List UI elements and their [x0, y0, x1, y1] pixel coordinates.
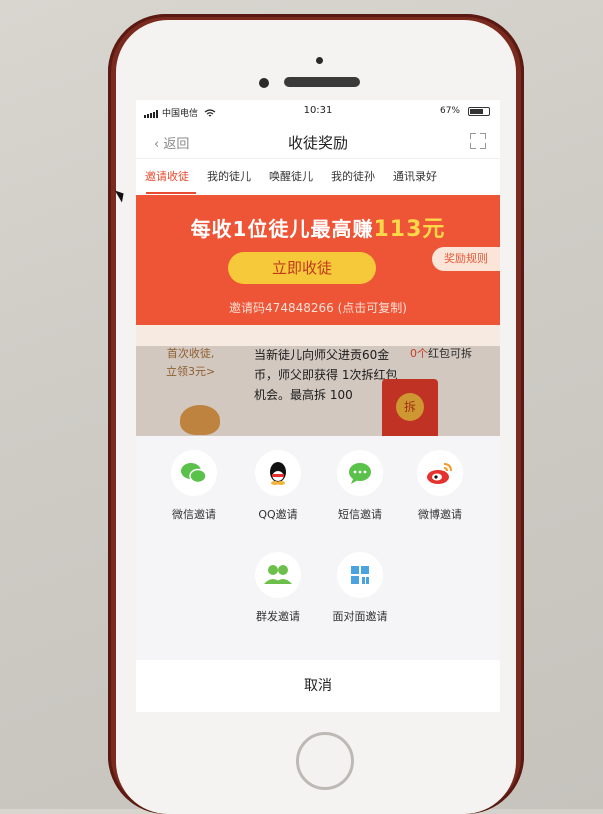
phone-screen: 中国电信 10:31 67% ‹ 返回 收徒奖励 邀请收徒 我的徒儿 唤醒徒儿 … [136, 100, 500, 712]
tab-my-disciples[interactable]: 我的徒儿 [198, 159, 260, 195]
qq-icon [255, 450, 301, 496]
battery-percent: 67% [439, 106, 460, 116]
home-button[interactable] [296, 732, 354, 790]
tab-invite[interactable]: 邀请收徒 [136, 159, 198, 195]
qrcode-icon [337, 552, 383, 598]
headline-text: 每收1位徒儿最高赚 [190, 217, 374, 241]
tab-bar: 邀请收徒 我的徒儿 唤醒徒儿 我的徒孙 通讯录好 [136, 159, 500, 195]
share-label: QQ邀请 [258, 508, 298, 521]
group-icon [255, 552, 301, 598]
tab-contacts[interactable]: 通讯录好 [384, 159, 446, 195]
sms-icon [337, 450, 383, 496]
share-label: 面对面邀请 [332, 610, 388, 623]
tab-my-grand-disciples[interactable]: 我的徒孙 [322, 159, 384, 195]
wechat-icon [171, 450, 217, 496]
status-bar: 中国电信 10:31 67% [136, 100, 500, 124]
earpiece [284, 77, 360, 87]
nav-bar: ‹ 返回 收徒奖励 [136, 124, 500, 159]
weibo-icon [417, 450, 463, 496]
battery-icon [468, 107, 490, 116]
reward-rules-button[interactable]: 奖励规则 [432, 247, 500, 271]
share-label: 微信邀请 [172, 508, 216, 521]
share-group[interactable]: 群发邀请 [240, 552, 316, 624]
share-label: 群发邀请 [256, 610, 300, 623]
active-tab-indicator [146, 192, 196, 194]
share-sms[interactable]: 短信邀请 [322, 450, 398, 522]
scan-icon[interactable] [470, 133, 486, 149]
page-title: 收徒奖励 [287, 134, 348, 152]
front-camera [259, 78, 269, 88]
tab-wake-disciples[interactable]: 唤醒徒儿 [260, 159, 322, 195]
reward-banner: 每收1位徒儿最高赚113元 立即收徒 奖励规则 邀请码474848266 (点击… [136, 195, 500, 325]
share-weibo[interactable]: 微博邀请 [402, 450, 478, 522]
banner-headline: 每收1位徒儿最高赚113元 [136, 211, 500, 243]
invite-code[interactable]: 邀请码474848266 (点击可复制) [136, 299, 500, 316]
share-qq[interactable]: QQ邀请 [240, 450, 316, 522]
cancel-button[interactable]: 取消 [136, 660, 500, 712]
headline-amount: 113元 [373, 217, 446, 242]
invite-now-button[interactable]: 立即收徒 [228, 252, 376, 284]
share-label: 微博邀请 [418, 508, 462, 521]
share-face-to-face[interactable]: 面对面邀请 [322, 552, 398, 624]
share-sheet: 微信邀请 QQ邀请 短信邀请 微博邀请 群发邀请 面对面邀请 取消 [136, 436, 500, 712]
share-label: 短信邀请 [338, 508, 382, 521]
share-wechat[interactable]: 微信邀请 [156, 450, 232, 522]
proximity-sensor [316, 57, 323, 64]
